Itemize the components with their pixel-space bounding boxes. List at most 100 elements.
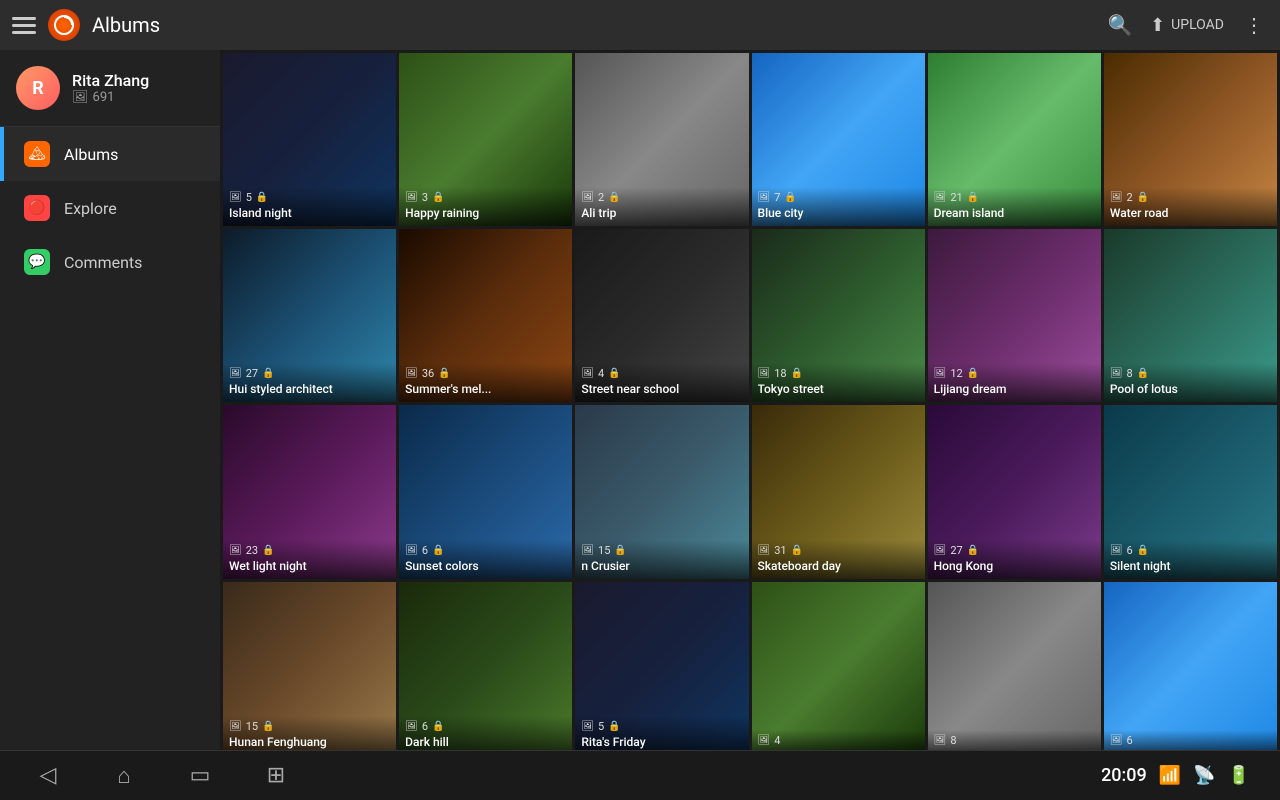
album-tile-overlay: 🖼8	[928, 730, 1101, 750]
sidebar-item-albums[interactable]: 🏔 Albums	[0, 127, 220, 181]
album-name: n Crusier	[581, 559, 742, 573]
overflow-menu-icon[interactable]: ⋮	[1240, 11, 1268, 39]
album-meta: 🖼6🔒	[405, 720, 566, 733]
album-tile[interactable]: 🖼5🔒Rita's Friday	[575, 582, 748, 750]
image-count-icon: 🖼	[1110, 192, 1123, 203]
user-name: Rita Zhang	[72, 71, 149, 90]
image-count-icon: 🖼	[1110, 545, 1123, 556]
album-meta: 🖼7🔒	[758, 191, 919, 204]
image-count-icon: 🖼	[758, 368, 771, 379]
lock-icon: 🔒	[262, 721, 274, 732]
lock-icon: 🔒	[608, 192, 620, 203]
image-count-icon: 🖼	[1110, 735, 1123, 746]
album-count: 3	[422, 191, 428, 204]
image-count-icon: 🖼	[581, 368, 594, 379]
album-thumbnail	[1104, 582, 1277, 750]
wifi-icon: 📶	[1159, 765, 1181, 786]
album-tile[interactable]: 🖼5🔒Island night	[223, 53, 396, 226]
app-logo	[48, 9, 80, 41]
album-tile[interactable]: 🖼31🔒Skateboard day	[752, 405, 925, 578]
album-tile[interactable]: 🖼18🔒Tokyo street	[752, 229, 925, 402]
album-count: 21	[950, 191, 962, 204]
sidebar-item-comments[interactable]: 💬 Comments	[0, 235, 220, 289]
sidebar: R Rita Zhang 🖼 691 🏔 Albums 🔴 Explore 💬 …	[0, 50, 220, 750]
album-count: 27	[246, 367, 258, 380]
album-tile-overlay: 🖼4	[752, 730, 925, 750]
lock-icon: 🔒	[784, 192, 796, 203]
album-tile[interactable]: 🖼6	[1104, 582, 1277, 750]
album-tile[interactable]: 🖼15🔒 n Crusier	[575, 405, 748, 578]
album-tile-overlay: 🖼27🔒Hong Kong	[928, 540, 1101, 579]
search-icon[interactable]: 🔍	[1106, 11, 1134, 39]
lock-icon: 🔒	[967, 368, 979, 379]
album-tile[interactable]: 🖼2🔒Water road	[1104, 53, 1277, 226]
album-tile[interactable]: 🖼6🔒Silent night	[1104, 405, 1277, 578]
album-count: 31	[774, 544, 786, 557]
album-meta: 🖼8	[934, 734, 1095, 747]
album-meta: 🖼4	[758, 734, 919, 747]
album-name: Skateboard day	[758, 559, 919, 573]
album-name: Ali trip	[581, 206, 742, 220]
album-name: Hong Kong	[934, 559, 1095, 573]
album-tile[interactable]: 🖼21🔒Dream island	[928, 53, 1101, 226]
user-info: Rita Zhang 🖼 691	[72, 71, 149, 105]
album-tile[interactable]: 🖼2🔒Ali trip	[575, 53, 748, 226]
album-count: 4	[598, 367, 604, 380]
album-tile[interactable]: 🖼27🔒Hui styled architect	[223, 229, 396, 402]
upload-button[interactable]: ⬆ UPLOAD	[1150, 15, 1224, 36]
album-meta: 🖼21🔒	[934, 191, 1095, 204]
album-name: Water road	[1110, 206, 1271, 220]
album-meta: 🖼36🔒	[405, 367, 566, 380]
image-count-icon: 🖼	[934, 545, 947, 556]
album-count: 8	[950, 734, 956, 747]
topbar-actions: 🔍 ⬆ UPLOAD ⋮	[1106, 11, 1268, 39]
album-count: 2	[1127, 191, 1133, 204]
album-tile-overlay: 🖼7🔒 Blue city	[752, 187, 925, 226]
album-name: Pool of lotus	[1110, 382, 1271, 396]
album-name: Blue city	[758, 206, 919, 220]
album-tile[interactable]: 🖼8🔒Pool of lotus	[1104, 229, 1277, 402]
image-count-icon: 🖼	[229, 368, 242, 379]
lock-icon: 🔒	[256, 192, 268, 203]
battery-icon: 🔋	[1228, 765, 1250, 786]
album-tile[interactable]: 🖼15🔒Hunan Fenghuang	[223, 582, 396, 750]
album-count: 5	[246, 191, 252, 204]
image-count-icon: 🖼	[405, 368, 418, 379]
album-tile[interactable]: 🖼6🔒Dark hill	[399, 582, 572, 750]
album-tile[interactable]: 🖼3🔒Happy raining	[399, 53, 572, 226]
album-tile[interactable]: 🖼36🔒Summer's mel...	[399, 229, 572, 402]
album-meta: 🖼15🔒	[581, 544, 742, 557]
album-tile[interactable]: 🖼12🔒Lijiang dream	[928, 229, 1101, 402]
sidebar-item-explore[interactable]: 🔴 Explore	[0, 181, 220, 235]
album-count: 4	[774, 734, 780, 747]
image-count-icon: 🖼	[758, 192, 771, 203]
album-meta: 🖼3🔒	[405, 191, 566, 204]
album-meta: 🖼12🔒	[934, 367, 1095, 380]
image-count-icon: 🖼	[758, 735, 771, 746]
album-tile-overlay: 🖼23🔒Wet light night	[223, 540, 396, 579]
album-tile-overlay: 🖼27🔒Hui styled architect	[223, 363, 396, 402]
album-tile-overlay: 🖼4🔒Street near school	[575, 363, 748, 402]
menu-icon[interactable]	[12, 13, 36, 37]
image-count-icon: 🖼	[581, 545, 594, 556]
album-tile-overlay: 🖼2🔒Water road	[1104, 187, 1277, 226]
album-tile-overlay: 🖼2🔒Ali trip	[575, 187, 748, 226]
album-tile[interactable]: 🖼23🔒Wet light night	[223, 405, 396, 578]
album-tile[interactable]: 🖼4	[752, 582, 925, 750]
explore-nav-label: Explore	[64, 199, 117, 218]
album-tile[interactable]: 🖼7🔒 Blue city	[752, 53, 925, 226]
album-tile[interactable]: 🖼4🔒Street near school	[575, 229, 748, 402]
album-meta: 🖼5🔒	[581, 720, 742, 733]
grid-icon[interactable]: ⊞	[258, 758, 294, 794]
lock-icon: 🔒	[1137, 545, 1149, 556]
main-content: R Rita Zhang 🖼 691 🏔 Albums 🔴 Explore 💬 …	[0, 50, 1280, 750]
album-tile[interactable]: 🖼27🔒Hong Kong	[928, 405, 1101, 578]
recents-icon[interactable]: ▭	[182, 758, 218, 794]
album-tile[interactable]: 🖼6🔒Sunset colors	[399, 405, 572, 578]
album-name: Sunset colors	[405, 559, 566, 573]
home-icon[interactable]: ⌂	[106, 758, 142, 794]
back-icon[interactable]: ◁	[30, 758, 66, 794]
image-icon: 🖼	[72, 90, 89, 105]
album-meta: 🖼5🔒	[229, 191, 390, 204]
album-tile[interactable]: 🖼8	[928, 582, 1101, 750]
